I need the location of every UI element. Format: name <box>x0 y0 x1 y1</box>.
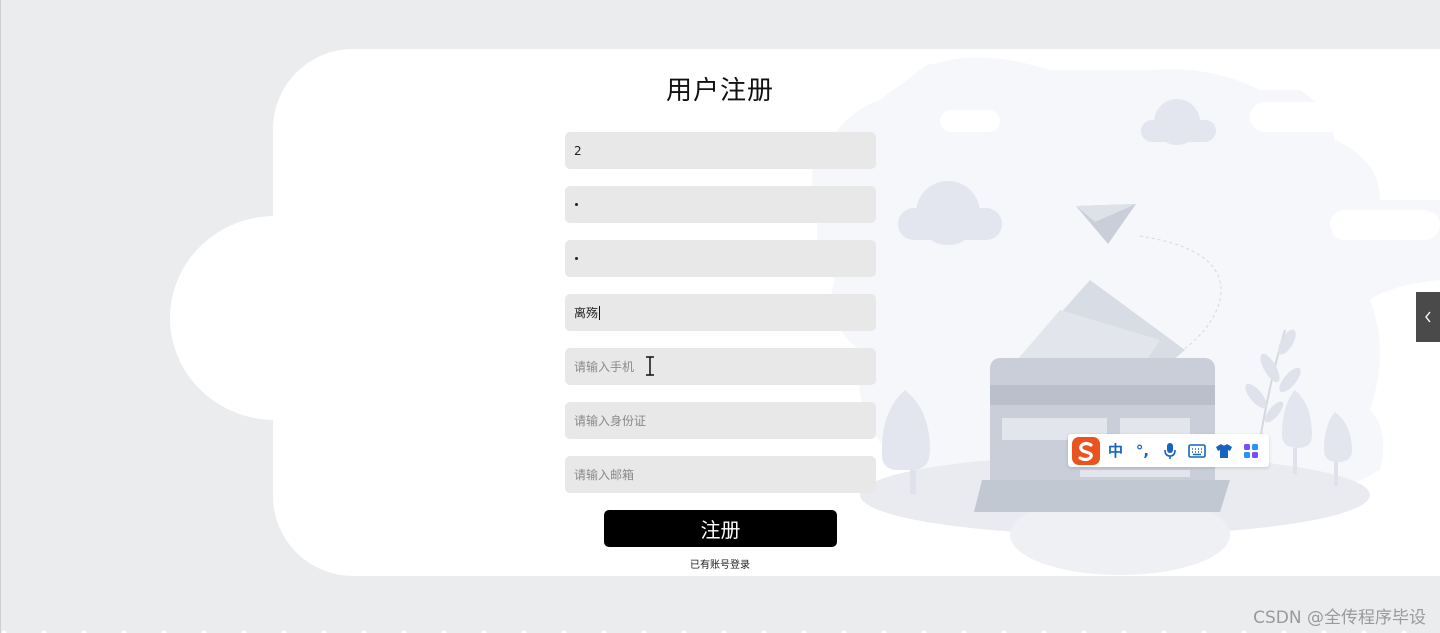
id-card-input[interactable]: 请输入身份证 <box>565 402 876 439</box>
sogou-logo-icon[interactable] <box>1070 436 1102 466</box>
text-cursor-icon <box>646 356 654 376</box>
ime-punctuation-toggle[interactable]: °, <box>1129 436 1156 466</box>
nickname-value: 离殇 <box>574 306 599 320</box>
window-border <box>0 0 1 633</box>
confirm-password-input[interactable] <box>565 240 876 277</box>
chevron-left-icon <box>1425 311 1431 323</box>
nickname-input[interactable]: 离殇 <box>565 294 876 331</box>
side-collapse-tab[interactable] <box>1416 292 1440 342</box>
text-caret <box>599 305 601 320</box>
password-input[interactable] <box>565 186 876 223</box>
phone-placeholder: 请输入手机 <box>574 360 635 374</box>
register-button[interactable]: 注册 <box>604 510 837 547</box>
ime-language-toggle[interactable]: 中 <box>1102 436 1129 466</box>
email-placeholder: 请输入邮箱 <box>574 468 635 482</box>
mic-icon[interactable] <box>1156 436 1183 466</box>
username-value: 2 <box>574 143 582 158</box>
username-input[interactable]: 2 <box>565 132 876 169</box>
password-mask-dot <box>575 257 578 260</box>
id-card-placeholder: 请输入身份证 <box>574 414 647 428</box>
password-mask-dot <box>575 203 578 206</box>
apps-icon[interactable] <box>1237 436 1264 466</box>
watermark-text: CSDN @全传程序毕设 <box>1253 608 1426 628</box>
phone-input[interactable]: 请输入手机 <box>565 348 876 385</box>
ime-toolbar[interactable]: 中 °, <box>1068 434 1269 467</box>
login-link[interactable]: 已有账号登录 <box>640 556 800 571</box>
email-input[interactable]: 请输入邮箱 <box>565 456 876 493</box>
keyboard-icon[interactable] <box>1183 436 1210 466</box>
bottom-decoration <box>0 628 1440 633</box>
shirt-icon[interactable] <box>1210 436 1237 466</box>
register-illustration <box>812 57 1440 575</box>
page-title: 用户注册 <box>665 76 774 106</box>
browser-viewport: 用户注册 2 离殇 请输入手机 请输入身份证 请输入邮箱 注册 已有账号登录 中… <box>0 0 1440 633</box>
